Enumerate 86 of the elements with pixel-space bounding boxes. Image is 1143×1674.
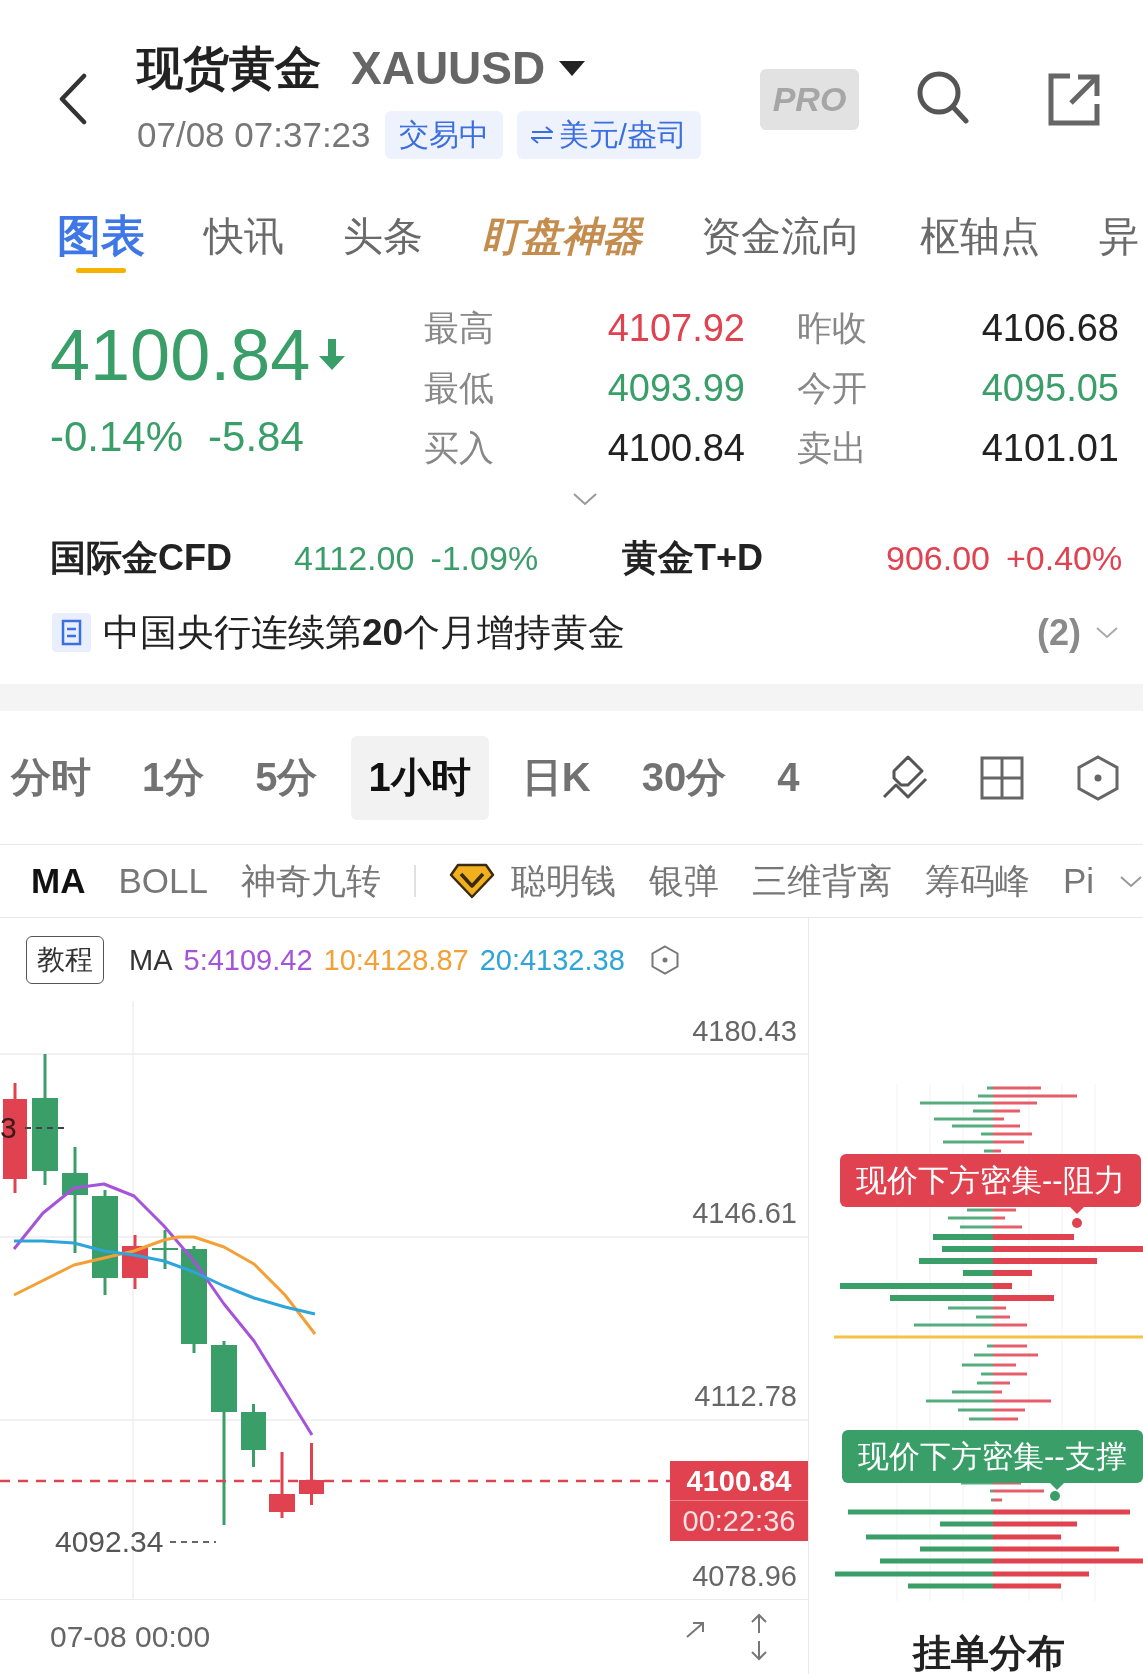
diagonal-arrow-icon[interactable] — [685, 1621, 705, 1639]
panel-title: 挂单分布 — [913, 1631, 1065, 1674]
market-name[interactable]: 黄金T+D — [622, 537, 763, 579]
indicator-tab[interactable]: 神奇九转 — [240, 859, 381, 903]
candle — [152, 1230, 178, 1269]
section-tab[interactable]: 枢轴点 — [920, 170, 1040, 274]
section-tab[interactable]: 资金流向 — [701, 170, 861, 274]
stat-value: 4101.01 — [981, 427, 1119, 469]
market-price: 906.00 — [886, 538, 990, 578]
indicator-tab[interactable]: 聪明钱 — [448, 859, 616, 903]
section-tab[interactable]: 图表 — [57, 170, 145, 274]
news-headline[interactable]: 中国央行连续第20个月增持黄金 — [103, 610, 626, 655]
marker-dot-icon — [1072, 1218, 1082, 1228]
last-price: 4100.84 — [50, 315, 311, 395]
market-price: 4112.00 — [294, 538, 415, 578]
section-tab[interactable]: 头条 — [343, 170, 423, 274]
timeframe-tab[interactable]: 5分 — [237, 735, 336, 820]
timeframe-tab[interactable]: 分时 — [0, 735, 109, 820]
stat-value: 4095.05 — [981, 367, 1119, 409]
market-change: -1.09% — [430, 538, 539, 578]
currency-toggle[interactable]: 美元/盎司 — [516, 111, 701, 159]
document-icon — [52, 613, 91, 652]
timeframe-tab[interactable]: 1小时 — [350, 735, 489, 820]
candle — [122, 1235, 148, 1289]
search-icon[interactable] — [915, 69, 969, 124]
market-change: +0.40% — [1006, 538, 1123, 578]
stat-label: 买入 — [424, 428, 494, 468]
stat-label: 今开 — [797, 368, 867, 408]
current-price-label: 4100.84 — [670, 1461, 808, 1501]
change-percent: -0.14% — [50, 415, 184, 459]
timeframe-tab[interactable]: 4 — [759, 735, 818, 820]
symbol-dropdown[interactable]: XAUUSD — [351, 44, 586, 92]
stat-label: 最高 — [424, 308, 494, 348]
diamond-icon — [448, 863, 495, 899]
indicator-tab[interactable]: 筹码峰 — [924, 859, 1030, 903]
leader-line — [24, 1127, 67, 1129]
news-count: (2) — [1037, 611, 1081, 654]
countdown-label: 00:22:36 — [681, 1504, 797, 1539]
axis-price-label: 4112.78 — [694, 1379, 797, 1413]
level-tooltip: 现价下方密集--支撑 — [842, 1430, 1143, 1490]
share-icon[interactable] — [1046, 71, 1102, 128]
pencil-line-icon[interactable] — [882, 754, 929, 801]
up-down-arrows-icon[interactable] — [749, 1613, 769, 1661]
candle — [241, 1404, 266, 1467]
market-name[interactable]: 国际金CFD — [50, 537, 232, 579]
layout-grid-icon[interactable] — [980, 755, 1024, 800]
indicator-tab[interactable]: 三维背离 — [751, 859, 892, 903]
marker-dot-icon — [1050, 1491, 1060, 1501]
ma-legend-label: MA — [129, 942, 173, 977]
axis-price-label: 4078.96 — [692, 1559, 797, 1593]
caret-icon — [559, 60, 586, 76]
ma-legend-value: 5:4109.42 — [183, 942, 313, 977]
chevron-down-icon[interactable] — [1119, 874, 1143, 888]
stat-label: 昨收 — [797, 308, 867, 348]
indicator-tab[interactable]: Pi — [1062, 859, 1095, 903]
stat-value: 4100.84 — [607, 427, 745, 469]
stat-label: 卖出 — [797, 428, 867, 468]
timeframe-tab[interactable]: 30分 — [623, 735, 745, 820]
stat-value: 4106.68 — [981, 307, 1119, 349]
axis-date-label: 07-08 00:00 — [50, 1620, 211, 1654]
instrument-title: 现货黄金 — [137, 44, 321, 92]
leader-line — [169, 1541, 217, 1543]
candle — [299, 1443, 324, 1505]
candle — [269, 1452, 295, 1518]
stat-label: 最低 — [424, 368, 494, 408]
axis-price-label: 4146.61 — [692, 1196, 797, 1230]
level-tooltip: 现价下方密集--阻力 — [840, 1154, 1141, 1214]
tutorial-button[interactable]: 教程 — [26, 935, 104, 984]
status-badge: 交易中 — [384, 111, 503, 159]
section-tab[interactable]: 快讯 — [204, 170, 284, 274]
quote-time: 07/08 07:37:23 — [137, 114, 371, 156]
back-icon[interactable] — [58, 73, 88, 125]
low-price-label: 4092.34 — [55, 1525, 164, 1559]
section-tab[interactable]: 异 — [1099, 170, 1139, 274]
stat-value: 4093.99 — [607, 367, 745, 409]
change-amount: -5.84 — [208, 415, 304, 459]
indicator-tab[interactable]: BOLL — [118, 859, 208, 903]
indicator-tab[interactable]: 银弹 — [648, 859, 719, 903]
chevron-down-icon[interactable] — [572, 492, 598, 506]
stat-value: 4107.92 — [607, 307, 745, 349]
ma-legend-value: 10:4128.87 — [323, 942, 469, 977]
timeframe-tab[interactable]: 1分 — [124, 735, 223, 820]
indicator-tab[interactable]: MA — [31, 859, 86, 903]
axis-price-label: 4180.43 — [692, 1014, 797, 1048]
timeframe-tab[interactable]: 日K — [503, 735, 609, 820]
ma-legend-value: 20:4132.38 — [479, 942, 625, 977]
